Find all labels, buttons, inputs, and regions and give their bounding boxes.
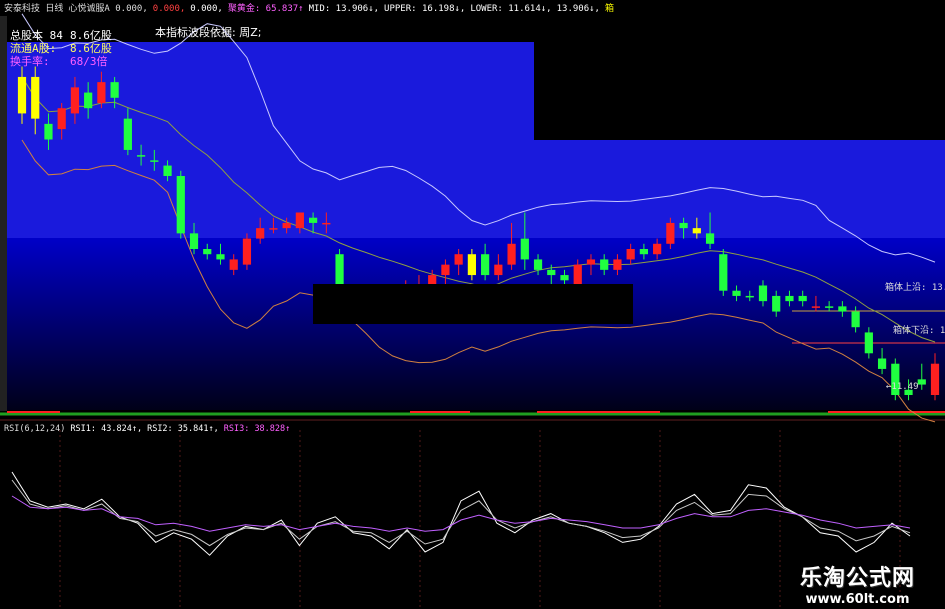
candle-body-58 [785, 295, 794, 302]
candle-body-40 [547, 269, 556, 276]
candle-body-9 [136, 155, 146, 157]
candle-body-62 [838, 306, 847, 312]
header-item-4: 聚黄金: 65.837↑ [227, 4, 304, 14]
candle-body-12 [176, 176, 185, 234]
candle-body-1 [31, 76, 40, 119]
candle-body-11 [163, 165, 172, 176]
watermark-url: www.60lt.com [805, 592, 910, 607]
candle-body-60 [811, 306, 821, 308]
candle-body-32 [441, 264, 450, 276]
candle-body-48 [653, 243, 662, 255]
indicator-note: 本指标波段依据: 周Z; [155, 26, 262, 39]
candle-body-16 [229, 259, 238, 270]
candle-body-41 [560, 275, 569, 281]
candle-body-2 [44, 123, 53, 140]
candle-body-54 [732, 290, 741, 296]
watermark-title: 乐淘公式网 [799, 566, 915, 591]
candle-body-37 [507, 243, 516, 265]
candle-body-15 [216, 254, 225, 260]
candle-body-53 [719, 254, 728, 291]
header-item-0: 安泰科技 日线 [4, 4, 64, 14]
chart-frame: 安泰科技 日线 心悦诚服A 0.000, 0.000, 0.000, 聚黄金: 65.8… [0, 0, 945, 609]
candle-body-20 [282, 222, 291, 229]
candle-body-49 [666, 222, 675, 244]
candle-body-3 [57, 108, 66, 130]
candle-body-8 [123, 118, 132, 150]
candle-body-0 [17, 76, 27, 114]
turnover-value: 68/3倍 [70, 55, 108, 68]
rsi-header: RSI(6,12,24) RSI1: 43.824↑, RSI2: 35.841↑,… [4, 424, 295, 434]
candle-body-35 [481, 254, 490, 276]
candle-body-50 [679, 222, 688, 229]
candle-body-23 [322, 222, 331, 225]
header-item-6: UPPER: 16.198↓, [384, 4, 466, 14]
header-item-9: 箱 [604, 4, 614, 14]
candle-body-43 [586, 259, 596, 265]
header-item-8: 13.906↓, [556, 4, 600, 14]
indicator-header: 安泰科技 日线 心悦诚服A 0.000, 0.000, 0.000, 聚黄金: 65.8… [4, 1, 619, 14]
candle-body-6 [97, 82, 106, 103]
candle-body-42 [573, 264, 582, 286]
low-price-label: ←11.49 [886, 382, 919, 392]
candle-body-56 [758, 285, 768, 302]
candle-body-59 [798, 295, 807, 302]
candle-body-33 [454, 254, 463, 265]
candle-body-55 [745, 295, 754, 298]
candle-body-52 [705, 233, 715, 244]
watermark: 乐淘公式网 www.60lt.com [800, 560, 915, 607]
candle-body-46 [626, 249, 635, 260]
rsi-header-item-2: RSI2: 35.841↑, [147, 424, 219, 434]
candle-body-63 [851, 311, 860, 328]
candle-body-39 [533, 259, 543, 270]
candle-body-38 [520, 238, 529, 260]
redacted-block [313, 284, 633, 324]
candle-body-7 [110, 82, 119, 98]
header-item-1: 心悦诚服A 0.000, [68, 4, 148, 14]
rsi-header-item-3: RSI3: 38.828↑ [223, 424, 291, 434]
upper-band-left [7, 42, 534, 238]
header-item-3: 0.000, [190, 4, 223, 14]
candle-body-51 [692, 228, 701, 234]
box-upper-label: 箱体上沿: 13.0 [885, 283, 945, 293]
candle-body-61 [825, 306, 834, 308]
turnover-label: 换手率: [10, 55, 50, 68]
candle-body-34 [467, 254, 476, 276]
candle-body-19 [269, 228, 278, 230]
candle-body-22 [308, 217, 318, 223]
rsi-header-item-0: RSI(6,12,24) [4, 424, 66, 434]
candle-body-44 [600, 259, 609, 270]
header-item-7: LOWER: 11.614↓, [470, 4, 552, 14]
candle-body-68 [917, 379, 926, 385]
candle-body-36 [494, 264, 503, 276]
candle-body-21 [295, 212, 304, 229]
candle-body-14 [203, 249, 212, 255]
upper-right-blank [534, 42, 945, 140]
candle-body-18 [256, 228, 265, 239]
candle-body-10 [150, 160, 159, 162]
lower-band [7, 238, 945, 410]
box-lower-label: 箱体下沿: 12 [893, 326, 945, 336]
candle-body-47 [639, 249, 649, 255]
rsi-line-rsi1 [11, 471, 911, 556]
candle-body-13 [189, 233, 199, 249]
header-item-5: MID: 13.906↓, [308, 4, 380, 14]
candle-body-45 [613, 259, 622, 270]
candle-body-69 [930, 363, 940, 395]
rsi-header-item-1: RSI1: 43.824↑, [70, 424, 143, 434]
rsi-line-rsi2 [11, 479, 911, 547]
candle-body-4 [70, 87, 80, 114]
candle-body-64 [864, 332, 873, 354]
candle-body-5 [84, 92, 93, 109]
candle-body-57 [772, 295, 781, 312]
header-item-2: 0.000, [152, 4, 186, 14]
upper-band-right [534, 140, 945, 238]
candle-body-17 [242, 238, 252, 265]
candle-body-65 [877, 358, 887, 369]
